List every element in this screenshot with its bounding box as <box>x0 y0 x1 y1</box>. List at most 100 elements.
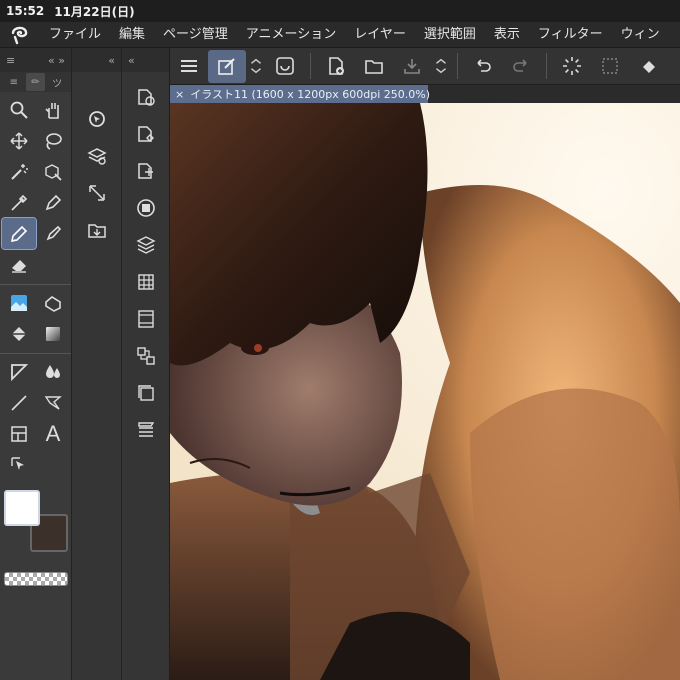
app-window: 15:52 11月22日(日) ファイル 編集 ページ管理 アニメーション レイ… <box>0 0 680 680</box>
menu-file[interactable]: ファイル <box>40 22 110 48</box>
layer-settings-icon[interactable] <box>80 137 114 174</box>
open-folder-icon[interactable] <box>355 50 393 83</box>
selection-clear-icon[interactable] <box>591 50 629 83</box>
menu-edit[interactable]: 編集 <box>110 22 154 48</box>
layer-palette-icon[interactable] <box>129 226 163 263</box>
lasso-icon <box>46 132 62 150</box>
figure-tool[interactable] <box>2 356 36 387</box>
balloon-icon <box>44 395 62 410</box>
ios-status-bar: 15:52 11月22日(日) <box>0 0 680 22</box>
color-circle-icon[interactable] <box>129 189 163 226</box>
text-tool[interactable]: A <box>36 418 70 449</box>
toolbar-divider <box>310 53 311 79</box>
color-set-icon[interactable] <box>129 263 163 300</box>
layer-property-icon[interactable] <box>129 374 163 411</box>
menu-selection[interactable]: 選択範囲 <box>415 22 485 48</box>
menu-animation[interactable]: アニメーション <box>237 22 345 48</box>
sub-view-icon[interactable] <box>129 78 163 115</box>
move-arrows-icon <box>10 131 28 150</box>
tool-grid <box>0 92 71 282</box>
cloud-sync-icon[interactable] <box>266 50 304 83</box>
frame-tool[interactable] <box>2 418 36 449</box>
menu-layer[interactable]: レイヤー <box>345 22 415 48</box>
menu-page[interactable]: ページ管理 <box>154 22 237 48</box>
frame-icon <box>11 425 27 442</box>
gradient-icon <box>46 326 60 341</box>
fill-tool[interactable] <box>2 318 36 349</box>
blend-icon <box>45 295 61 312</box>
save-icon[interactable] <box>393 50 431 83</box>
bucket-icon <box>12 326 26 341</box>
new-file-icon[interactable] <box>317 50 355 83</box>
column-collapse-icon[interactable]: « <box>108 54 115 67</box>
text-icon: A <box>45 420 61 446</box>
animation-cels-icon[interactable] <box>129 337 163 374</box>
layer-transform-icon[interactable] <box>80 174 114 211</box>
material-icon[interactable] <box>129 115 163 152</box>
chevron-up-down-icon-2[interactable] <box>431 50 451 83</box>
zoom-tool[interactable] <box>2 94 36 125</box>
command-bar <box>170 48 680 85</box>
hamburger-menu-icon[interactable] <box>170 50 208 83</box>
line-tool[interactable] <box>2 387 36 418</box>
menu-view[interactable]: 表示 <box>485 22 529 48</box>
document-title: イラスト11 (1600 x 1200px 600dpi 250.0%) <box>190 88 431 101</box>
eyedropper-tool[interactable] <box>2 187 36 218</box>
dock-header: « <box>122 48 169 72</box>
palette-collapse-icon[interactable]: « » <box>48 54 65 67</box>
pencil-tool[interactable] <box>1 217 37 250</box>
dock-collapse-icon[interactable]: « <box>128 54 135 67</box>
drawing-canvas[interactable] <box>170 103 680 680</box>
sub-tool-column: « <box>72 48 122 680</box>
eraser-tool[interactable] <box>2 249 36 280</box>
blend-tool[interactable] <box>36 287 70 318</box>
lasso-tool[interactable] <box>36 125 70 156</box>
pen-tool[interactable] <box>36 187 70 218</box>
menu-filter[interactable]: フィルター <box>529 22 612 48</box>
fill-selection-icon[interactable] <box>629 50 667 83</box>
redo-icon[interactable] <box>502 50 540 83</box>
blur-tool[interactable] <box>36 356 70 387</box>
undo-icon[interactable] <box>464 50 502 83</box>
tab-menu[interactable]: ≡ <box>4 73 24 91</box>
gradient-tool[interactable] <box>36 318 70 349</box>
toolbar-divider <box>457 53 458 79</box>
import-icon[interactable] <box>80 211 114 248</box>
timeline-icon[interactable] <box>129 300 163 337</box>
item-bank-icon[interactable] <box>129 411 163 448</box>
line-icon <box>11 394 27 411</box>
brush-icon <box>46 225 62 240</box>
balloon-tool[interactable] <box>36 387 70 418</box>
cube-arrow-icon <box>45 163 62 181</box>
pen-icon <box>45 194 62 210</box>
tab-tools[interactable]: ✏ <box>25 73 46 91</box>
menu-bar: ファイル 編集 ページ管理 アニメーション レイヤー 選択範囲 表示 フィルター… <box>0 22 680 48</box>
decoration-tool[interactable] <box>2 287 36 318</box>
eyedropper-icon <box>11 194 28 211</box>
chevron-up-down-icon[interactable] <box>246 50 266 83</box>
tab-sub[interactable]: ツ <box>47 73 67 91</box>
tool-grid-3: A <box>0 353 71 482</box>
pencil-icon <box>10 225 28 242</box>
tool-property-icon[interactable] <box>129 152 163 189</box>
menu-window[interactable]: ウィン <box>612 22 669 48</box>
main-color-swatch[interactable] <box>4 490 40 526</box>
operation-tool[interactable] <box>2 449 36 480</box>
column-header: « <box>72 48 121 72</box>
navigator-icon[interactable] <box>80 100 114 137</box>
palette-menu-icon[interactable]: ≡ <box>6 54 15 67</box>
pointer-icon <box>11 456 24 470</box>
wand-icon <box>11 163 28 180</box>
edit-mode-icon[interactable] <box>208 49 246 83</box>
object-tool[interactable] <box>36 156 70 187</box>
move-tool[interactable] <box>2 125 36 156</box>
loading-spinner-icon[interactable] <box>553 50 591 83</box>
hand-tool[interactable] <box>36 94 70 125</box>
transparent-color-swatch[interactable] <box>4 572 68 586</box>
document-tab[interactable]: × イラスト11 (1600 x 1200px 600dpi 250.0%) <box>170 85 431 103</box>
magic-wand-tool[interactable] <box>2 156 36 187</box>
droplets-icon <box>46 364 60 378</box>
app-logo-icon[interactable] <box>0 22 40 48</box>
close-tab-icon[interactable]: × <box>175 88 184 101</box>
brush-tool[interactable] <box>36 218 70 249</box>
